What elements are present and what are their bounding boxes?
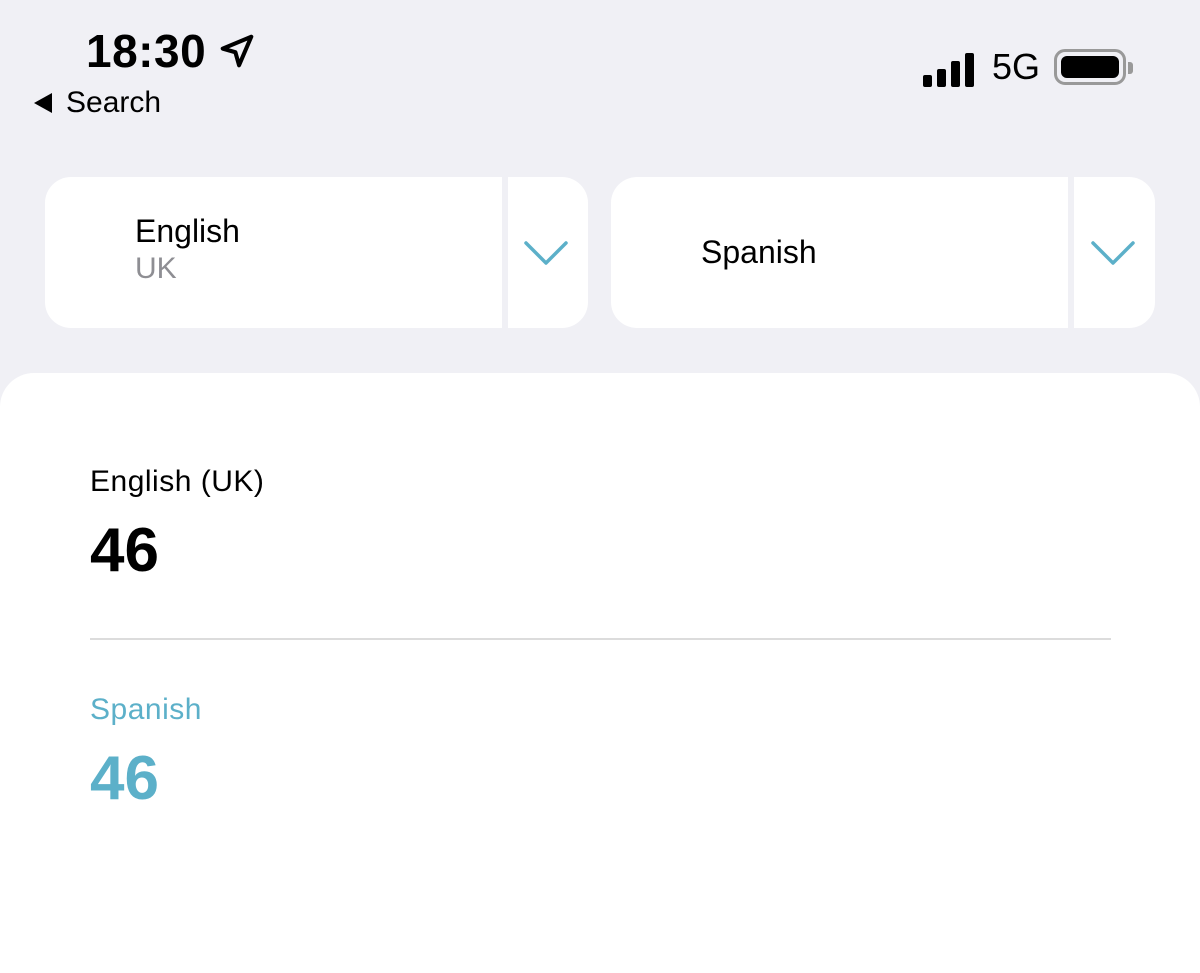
- cellular-signal-icon: [922, 47, 974, 87]
- status-indicators: 5G: [922, 46, 1133, 88]
- target-result-count: 46: [90, 744, 159, 813]
- target-language-selector[interactable]: Spanish: [611, 177, 1155, 328]
- source-result-label: English (UK): [90, 465, 265, 498]
- source-result-count: 46: [90, 516, 159, 585]
- battery-icon: [1054, 49, 1133, 85]
- clock-text: 18:30: [86, 25, 207, 77]
- target-result-label: Spanish: [90, 693, 202, 726]
- battery-level: [1061, 56, 1119, 78]
- status-bar: 18:30 Search 5G: [0, 0, 1200, 130]
- location-arrow-icon: [220, 34, 254, 68]
- back-triangle-icon: [34, 93, 52, 113]
- source-language-variant: UK: [135, 252, 177, 285]
- chevron-down-icon[interactable]: [1089, 235, 1137, 269]
- back-label: Search: [66, 86, 162, 119]
- back-to-search-button[interactable]: Search: [34, 86, 161, 120]
- source-language-text: English UK: [135, 213, 240, 286]
- selector-divider: [502, 177, 508, 328]
- results-divider: [90, 638, 1111, 640]
- clock: 18:30: [86, 24, 256, 78]
- source-language-selector[interactable]: English UK: [45, 177, 588, 328]
- selector-divider: [1068, 177, 1074, 328]
- source-language-name: English: [135, 213, 240, 249]
- results-panel: English (UK) 46 Spanish 46: [0, 373, 1200, 973]
- network-type: 5G: [991, 46, 1040, 87]
- target-language-text: Spanish: [701, 234, 817, 271]
- target-language-name: Spanish: [701, 234, 817, 270]
- battery-cap: [1128, 62, 1133, 74]
- chevron-down-icon[interactable]: [522, 235, 570, 269]
